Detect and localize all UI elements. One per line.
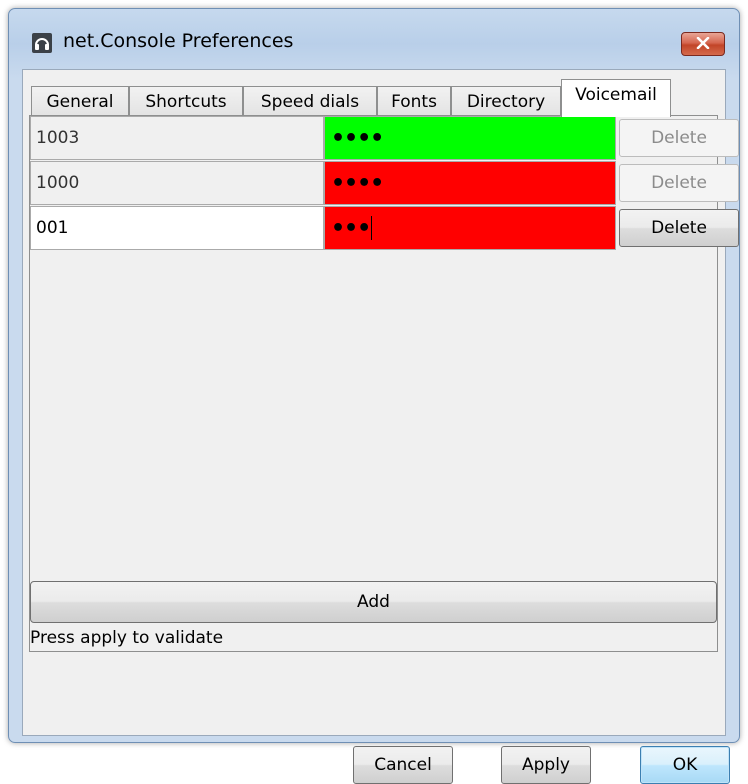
- tab-directory[interactable]: Directory: [451, 86, 561, 116]
- pin-mask: •••: [331, 215, 371, 241]
- apply-button[interactable]: Apply: [501, 746, 591, 784]
- tab-fonts[interactable]: Fonts: [377, 86, 451, 116]
- pin-field[interactable]: ••••: [324, 161, 616, 205]
- title-bar[interactable]: net.Console Preferences: [9, 9, 739, 69]
- status-message: Press apply to validate: [30, 628, 224, 648]
- voicemail-row: 001 ••• Delete: [30, 206, 739, 250]
- pin-field[interactable]: ••••: [324, 116, 616, 160]
- preferences-window: net.Console Preferences General Shortcut…: [8, 8, 740, 784]
- delete-button[interactable]: Delete: [619, 119, 739, 157]
- window-title: net.Console Preferences: [63, 30, 294, 52]
- pin-mask: ••••: [331, 170, 384, 196]
- close-x-icon: [696, 34, 710, 54]
- tab-voicemail[interactable]: Voicemail: [561, 79, 671, 117]
- delete-button[interactable]: Delete: [619, 209, 739, 247]
- headset-icon: [32, 33, 52, 53]
- voicemail-row: 1003 •••• Delete: [30, 116, 739, 160]
- tab-speed-dials[interactable]: Speed dials: [243, 86, 377, 116]
- cancel-button[interactable]: Cancel: [353, 746, 453, 784]
- pin-field[interactable]: •••: [324, 206, 616, 250]
- close-button[interactable]: [681, 32, 725, 56]
- pin-mask: ••••: [331, 125, 384, 151]
- tab-general[interactable]: General: [31, 86, 129, 116]
- tab-label: Directory: [466, 91, 546, 112]
- tab-label: Speed dials: [260, 91, 360, 112]
- extension-field[interactable]: 1003: [30, 116, 324, 160]
- ok-button[interactable]: OK: [640, 746, 730, 784]
- text-caret: [371, 216, 373, 240]
- extension-field[interactable]: 001: [30, 206, 324, 250]
- extension-field[interactable]: 1000: [30, 161, 324, 205]
- delete-button[interactable]: Delete: [619, 164, 739, 202]
- tab-label: Voicemail: [575, 85, 657, 105]
- tab-label: Fonts: [391, 91, 437, 112]
- dialog-body: General Shortcuts Speed dials Fonts Dire…: [22, 69, 739, 784]
- tab-bar: General Shortcuts Speed dials Fonts Dire…: [31, 76, 721, 117]
- tab-label: General: [46, 91, 114, 112]
- tab-label: Shortcuts: [145, 91, 227, 112]
- tab-shortcuts[interactable]: Shortcuts: [129, 86, 243, 116]
- voicemail-row: 1000 •••• Delete: [30, 161, 739, 205]
- voicemail-panel: 1003 •••• Delete 1000 •••• Delete 001 ••…: [29, 115, 739, 652]
- add-button[interactable]: Add: [30, 581, 717, 623]
